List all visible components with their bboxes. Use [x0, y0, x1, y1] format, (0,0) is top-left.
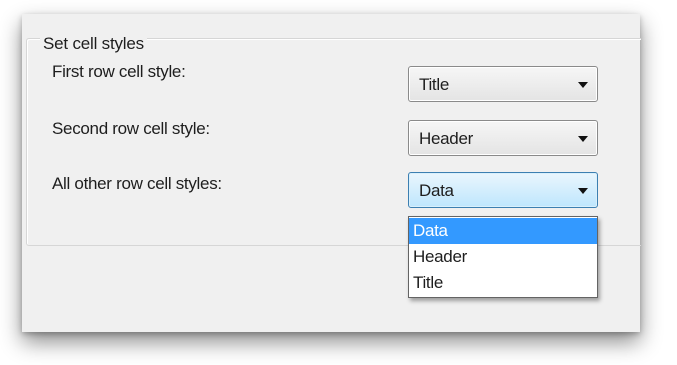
first-row-label: First row cell style: — [52, 62, 186, 81]
dialog-panel: Set cell styles First row cell style: Ti… — [22, 14, 641, 332]
dropdown-option-header[interactable]: Header — [409, 244, 597, 270]
first-row-style-value: Title — [419, 75, 449, 94]
other-rows-style-dropdown-list: Data Header Title — [408, 216, 598, 298]
chevron-down-icon[interactable] — [578, 136, 588, 142]
other-rows-label: All other row cell styles: — [52, 174, 222, 193]
other-rows-style-select[interactable]: Data — [408, 172, 598, 208]
second-row-style-value: Header — [419, 129, 473, 148]
chevron-down-icon[interactable] — [578, 188, 588, 194]
chevron-down-icon[interactable] — [578, 82, 588, 88]
group-title: Set cell styles — [40, 34, 147, 54]
dialog-window: Set cell styles First row cell style: Ti… — [22, 14, 641, 332]
second-row-style-select[interactable]: Header — [408, 120, 598, 156]
second-row-label: Second row cell style: — [52, 119, 210, 138]
dropdown-option-title[interactable]: Title — [409, 270, 597, 296]
dropdown-option-data[interactable]: Data — [409, 218, 597, 244]
first-row-style-select[interactable]: Title — [408, 66, 598, 102]
other-rows-style-value: Data — [419, 181, 454, 200]
